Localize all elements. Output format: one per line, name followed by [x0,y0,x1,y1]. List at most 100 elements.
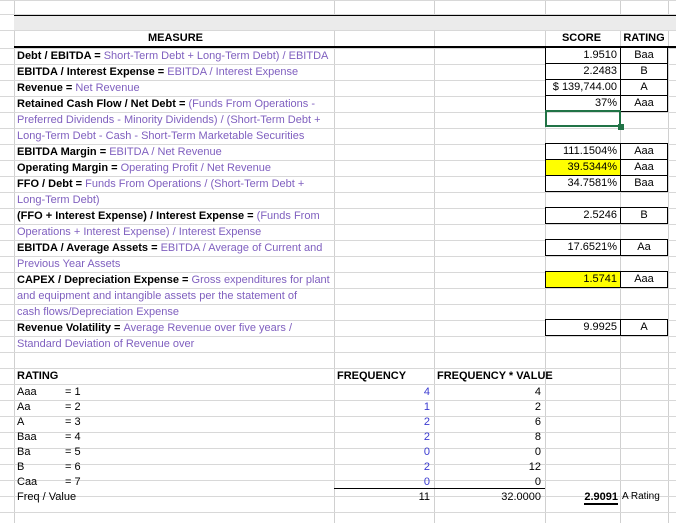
weighted-average-score-value: 2.9091 [584,491,618,505]
summary-frequency-value: 4 [534,386,541,398]
measure-formula: EBITDA / Interest Expense [167,66,299,78]
measure-equals: = [179,274,192,286]
column-header-rating: RATING [623,32,665,44]
measure-formula: Operating Profit / Net Revenue [120,162,272,174]
score-cell[interactable]: 1.9510 [545,47,621,64]
rating-cell[interactable]: Baa [620,47,668,64]
header-spacer-band [14,16,676,30]
measure-row[interactable]: Previous Year Assets [17,256,120,272]
summary-frequency-value: 8 [534,431,541,443]
measure-label: EBITDA Margin [17,146,97,158]
measure-equals: = [96,146,110,158]
measure-equals: = [72,178,86,190]
measure-formula: Gross expenditures for plant [191,274,330,286]
measure-row[interactable]: FFO / Debt = Funds From Operations / (Sh… [17,176,304,192]
summary-header-frequency-value: FREQUENCY * VALUE [437,370,553,382]
score-cell[interactable]: 39.5344% [545,159,621,176]
measure-row[interactable]: Retained Cash Flow / Net Debt = (Funds F… [17,96,315,112]
measure-formula: Previous Year Assets [17,258,121,270]
measure-formula: Preferred Dividends - Minority Dividends… [17,114,321,126]
measure-label: Revenue [17,82,63,94]
measure-row[interactable]: Standard Deviation of Revenue over [17,336,194,352]
summary-frequency[interactable]: 1 [334,399,430,415]
measure-equals: = [244,210,257,222]
score-cell[interactable]: 2.2483 [545,63,621,80]
rating-cell[interactable]: Aaa [620,159,668,176]
measure-formula: Funds From Operations / (Short-Term Debt… [85,178,305,190]
measure-row[interactable]: Debt / EBITDA = Short-Term Debt + Long-T… [17,48,328,64]
rating-cell[interactable]: Baa [620,175,668,192]
summary-rating-value: = 4 [65,431,81,443]
column-header-measure: MEASURE [147,32,203,44]
measure-row[interactable]: EBITDA / Interest Expense = EBITDA / Int… [17,64,298,80]
rating-cell[interactable]: B [620,63,668,80]
rating-cell[interactable]: Aaa [620,143,668,160]
rating-cell[interactable]: A [620,79,668,96]
rating-cell[interactable]: Aaa [620,95,668,112]
measure-row[interactable]: Long-Term Debt - Cash - Short-Term Marke… [17,128,304,144]
measure-label: Retained Cash Flow / Net Debt [17,98,176,110]
summary-frequency-value: 0 [534,446,541,458]
measure-equals: = [62,82,76,94]
gridline-horizontal [0,0,676,1]
summary-header-frequency: FREQUENCY [337,370,407,382]
gridline-horizontal [0,192,676,193]
summary-frequency[interactable]: 2 [334,429,430,445]
score-cell[interactable]: 34.7581% [545,175,621,192]
measure-equals: = [108,162,121,174]
score-cell[interactable]: 111.1504% [545,143,621,160]
measure-equals: = [148,242,161,254]
summary-rating-code: A [17,416,25,428]
summary-frequency[interactable]: 2 [334,459,430,475]
measure-row[interactable]: cash flows/Depreciation Expense [17,304,179,320]
measure-row[interactable]: Operations + Interest Expense) / Interes… [17,224,261,240]
measure-formula: Short-Term Debt + Long-Term Debt) / EBIT… [103,50,329,62]
rating-cell[interactable]: A [620,319,668,336]
rating-cell[interactable]: B [620,207,668,224]
score-cell[interactable]: 9.9925 [545,319,621,336]
summary-rating-code: Aaa [17,386,37,398]
measure-row[interactable]: EBITDA / Average Assets = EBITDA / Avera… [17,240,322,256]
rating-cell[interactable]: Aaa [620,271,668,288]
summary-rating-code: Ba [17,446,31,458]
measure-formula: Standard Deviation of Revenue over [17,338,195,350]
measure-formula: (Funds From [256,210,320,222]
measure-label: Revenue Volatility [17,322,111,334]
spreadsheet-grid[interactable]: MEASURE SCORE RATING Debt / EBITDA = Sho… [0,0,676,523]
measure-label: CAPEX / Depreciation Expense [17,274,179,286]
summary-rating-value: = 6 [65,461,81,473]
measure-formula: EBITDA / Net Revenue [109,146,222,158]
measure-formula: Long-Term Debt) [17,194,100,206]
measure-row[interactable]: and equipment and intangible assets per … [17,288,297,304]
score-cell[interactable]: 17.6521% [545,239,621,256]
cell-selection-box[interactable] [545,110,621,127]
measure-formula: Average Revenue over five years / [123,322,293,334]
score-cell[interactable]: 2.5246 [545,207,621,224]
gridline-horizontal [0,352,676,353]
measure-row[interactable]: (FFO + Interest Expense) / Interest Expe… [17,208,320,224]
measure-equals: = [154,66,168,78]
measure-formula: Long-Term Debt - Cash - Short-Term Marke… [17,130,305,142]
measure-row[interactable]: Revenue Volatility = Average Revenue ove… [17,320,292,336]
measure-row[interactable]: EBITDA Margin = EBITDA / Net Revenue [17,144,222,160]
summary-rating-value: = 5 [65,446,81,458]
measure-row[interactable]: Revenue = Net Revenue [17,80,140,96]
score-cell[interactable]: $ 139,744.00 [545,79,621,96]
total-frequency-value: 32.0000 [501,491,541,503]
measure-row[interactable]: Operating Margin = Operating Profit / Ne… [17,160,271,176]
rating-cell[interactable]: Aa [620,239,668,256]
summary-frequency[interactable]: 2 [334,414,430,430]
summary-rating-value: = 3 [65,416,81,428]
measure-label: Debt / EBITDA [17,50,92,62]
summary-frequency[interactable]: 4 [334,384,430,400]
measure-equals: = [91,50,104,62]
measure-row[interactable]: Long-Term Debt) [17,192,100,208]
score-cell[interactable]: 1.5741 [545,271,621,288]
measure-row[interactable]: Preferred Dividends - Minority Dividends… [17,112,321,128]
measure-equals: = [175,98,189,110]
summary-frequency[interactable]: 0 [334,444,430,460]
measure-row[interactable]: CAPEX / Depreciation Expense = Gross exp… [17,272,330,288]
measure-formula: EBITDA / Average of Current and [160,242,323,254]
cell-selection-fill-handle[interactable] [618,124,624,130]
summary-rating-code: B [17,461,25,473]
